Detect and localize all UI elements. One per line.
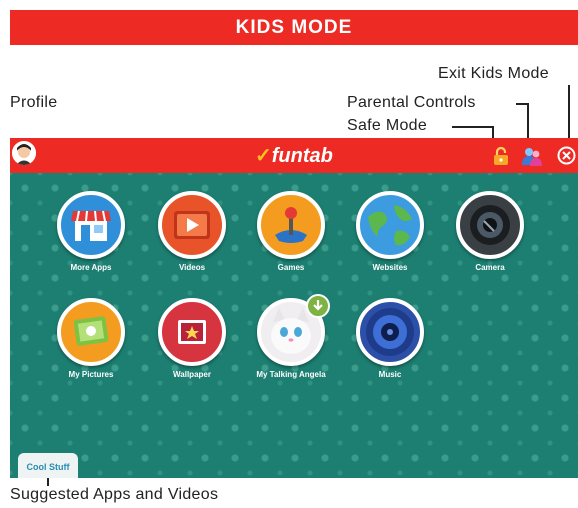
cool-stuff-label: Cool Stuff bbox=[26, 462, 70, 472]
globe-icon bbox=[356, 191, 424, 259]
tile-label: Games bbox=[277, 263, 305, 272]
tile-my-talking-angela[interactable]: My Talking Angela bbox=[246, 294, 336, 379]
callout-profile: Profile bbox=[10, 94, 58, 111]
parental-connector-line-vertical bbox=[527, 103, 529, 141]
exit-kids-mode-button[interactable] bbox=[557, 146, 576, 165]
banner-title: KIDS MODE bbox=[235, 16, 353, 38]
tile-wallpaper[interactable]: Wallpaper bbox=[147, 298, 237, 379]
parents-icon bbox=[522, 148, 542, 166]
callout-suggested: Suggested Apps and Videos bbox=[10, 486, 219, 503]
app-topbar: ✓funtab bbox=[10, 138, 578, 173]
lock-icon bbox=[494, 146, 508, 165]
suggested-connector-line bbox=[47, 478, 49, 486]
tile-camera[interactable]: Camera bbox=[445, 191, 535, 272]
joystick-icon bbox=[257, 191, 325, 259]
tile-websites[interactable]: Websites bbox=[345, 191, 435, 272]
tile-videos[interactable]: Videos bbox=[147, 191, 237, 272]
close-icon bbox=[557, 146, 576, 165]
cool-stuff-tab[interactable]: Cool Stuff bbox=[18, 453, 78, 478]
speaker-icon bbox=[356, 298, 424, 366]
tile-label: My Talking Angela bbox=[256, 370, 326, 379]
tile-label: Music bbox=[378, 370, 402, 379]
exit-connector-line bbox=[568, 85, 570, 145]
tile-label: My Pictures bbox=[68, 370, 114, 379]
safe-connector-line bbox=[452, 126, 494, 128]
logo-text: funtab bbox=[271, 145, 333, 167]
tile-my-pictures[interactable]: My Pictures bbox=[46, 298, 136, 379]
tile-more-apps[interactable]: More Apps bbox=[46, 191, 136, 272]
parental-controls-button[interactable] bbox=[521, 145, 543, 167]
tile-games[interactable]: Games bbox=[246, 191, 336, 272]
callout-safe-mode: Safe Mode bbox=[347, 117, 428, 134]
camera-icon bbox=[456, 191, 524, 259]
video-icon bbox=[158, 191, 226, 259]
tile-label: Wallpaper bbox=[173, 370, 211, 379]
funtab-logo: ✓funtab bbox=[255, 143, 333, 168]
wallpaper-icon bbox=[158, 298, 226, 366]
app-grid-area: More Apps Videos Games Websites Camera M… bbox=[10, 173, 578, 478]
callout-exit-kids-mode: Exit Kids Mode bbox=[438, 65, 549, 82]
kids-mode-banner: KIDS MODE bbox=[10, 10, 578, 45]
download-icon bbox=[313, 300, 323, 311]
avatar-icon bbox=[12, 141, 36, 165]
tile-label: Websites bbox=[372, 263, 408, 272]
funtab-logo-mark: ✓ bbox=[255, 145, 272, 167]
tile-music[interactable]: Music bbox=[345, 298, 435, 379]
store-icon bbox=[57, 191, 125, 259]
download-badge-button[interactable] bbox=[306, 294, 330, 318]
tile-label: More Apps bbox=[70, 263, 112, 272]
tile-label: Camera bbox=[475, 263, 505, 272]
callout-parental-controls: Parental Controls bbox=[347, 94, 476, 111]
pictures-icon bbox=[57, 298, 125, 366]
funtab-app-screen: ✓funtab More Apps Videos Games Websites … bbox=[10, 138, 578, 478]
tile-label: Videos bbox=[178, 263, 206, 272]
safe-mode-button[interactable] bbox=[491, 146, 511, 166]
profile-avatar-button[interactable] bbox=[12, 141, 36, 165]
